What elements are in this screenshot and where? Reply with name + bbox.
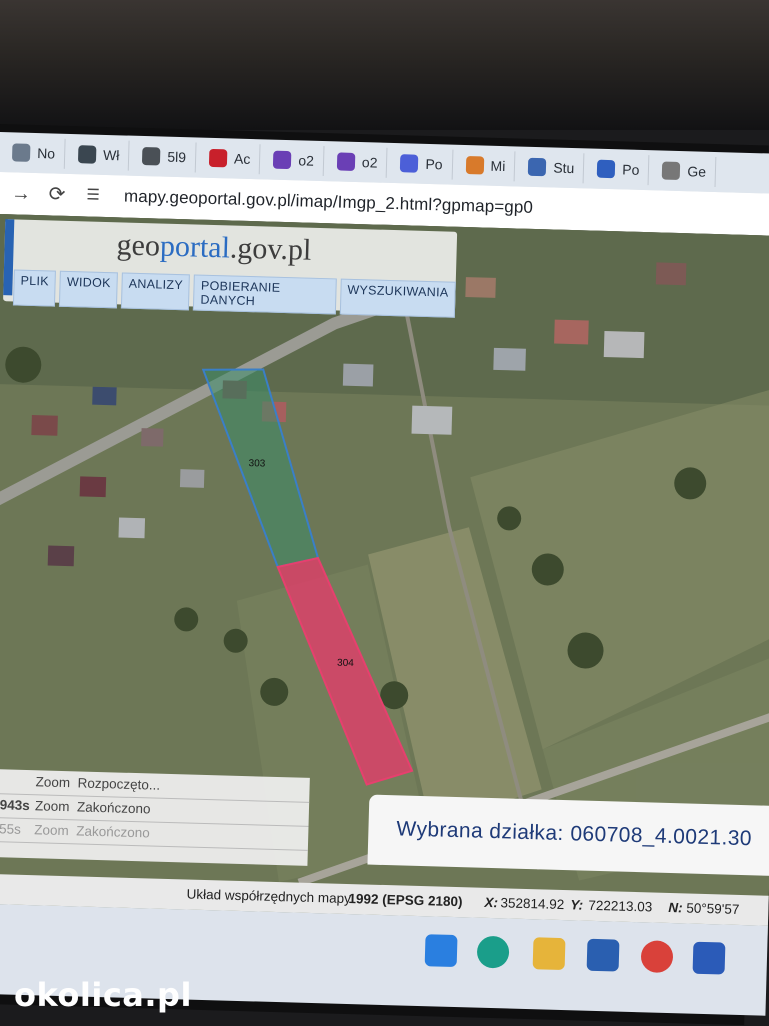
browser-tab-label: Ac <box>233 150 251 168</box>
browser-tab-label: Wł <box>102 146 120 164</box>
selected-parcel-panel: Wybrana działka: 060708_4.0021.30 <box>367 794 769 877</box>
menu-plik[interactable]: PLIK <box>12 269 57 307</box>
zoom-action: Zoom <box>34 798 70 815</box>
browser-tab-label: 5l9 <box>167 148 187 166</box>
po-icon <box>597 159 616 179</box>
browser-tab-label: Ge <box>687 163 707 180</box>
o2-icon <box>336 152 356 171</box>
reload-icon[interactable]: ⟳ <box>44 181 71 208</box>
browser-tab[interactable]: No <box>2 137 66 169</box>
logo-suffix: .gov.pl <box>229 231 312 267</box>
menu-widok[interactable]: WIDOK <box>59 270 119 309</box>
zoom-time: 9.655s <box>0 820 22 837</box>
browser-tab-label: Po <box>622 161 640 178</box>
coord-system-value: 1992 (EPSG 2180) <box>348 891 463 910</box>
browser-tab[interactable]: Po <box>391 147 454 180</box>
mail-icon <box>400 154 419 173</box>
browser-tab[interactable]: Wł <box>68 138 130 171</box>
x-label: X: <box>484 894 499 911</box>
zoom-status: Zakończono <box>76 823 151 841</box>
parcel-303-label: 303 <box>248 458 265 469</box>
n-value: 50°59'57 <box>686 900 740 917</box>
room-background <box>0 0 769 130</box>
browser-tab[interactable]: Ge <box>653 155 717 188</box>
browser-tab-label: Po <box>425 155 443 173</box>
google-icon <box>662 161 681 181</box>
map-view[interactable]: 303 304 geoportal.gov.pl PLIK WIDOK ANAL… <box>0 213 769 936</box>
browser-tab[interactable]: o2 <box>327 146 388 178</box>
edge-icon[interactable] <box>476 935 510 969</box>
chrome-icon <box>142 146 161 166</box>
zoom-status: Rozpoczęto... <box>77 775 161 793</box>
folder-icon[interactable] <box>532 937 566 971</box>
coord-system-label: Układ współrzędnych mapy <box>186 886 352 907</box>
browser-tab[interactable]: Stu <box>518 151 585 184</box>
y-value: 722213.03 <box>588 897 653 915</box>
stu-icon <box>528 157 547 177</box>
browser-tab-label: No <box>36 145 56 162</box>
laptop-screen: No Wł 5l9 Ac o2 o2 Po Mi Stu Po Ge → ⟳ ☰ mapy.geop… <box>0 124 769 1026</box>
zoom-action: Zoom <box>34 822 70 839</box>
parcel-304-label: 304 <box>337 658 354 669</box>
menu-wyszukiwania[interactable]: WYSZUKIWANIA <box>339 278 456 318</box>
selected-parcel-label: Wybrana działka: <box>396 817 565 846</box>
browser-tab[interactable]: Po <box>587 153 650 186</box>
acrobat-icon <box>208 148 228 168</box>
logo-accent: portal <box>159 229 231 265</box>
whatsapp-icon <box>77 145 97 164</box>
selected-parcel-value: 060708_4.0021.30 <box>570 822 753 851</box>
zoom-status: Zakończono <box>76 799 151 817</box>
menu-analizy[interactable]: ANALIZY <box>121 272 191 311</box>
browser-tab-label: Mi <box>490 157 506 175</box>
back-icon[interactable]: → <box>8 180 35 207</box>
mail-icon[interactable] <box>586 938 620 972</box>
menu-pobieranie-danych[interactable]: POBIERANIE DANYCH <box>193 274 337 315</box>
geoportal-logo: geoportal.gov.pl <box>116 228 312 267</box>
browser-tab-label: Stu <box>553 159 575 177</box>
x-value: 352814.92 <box>500 895 565 913</box>
geoportal-header: geoportal.gov.pl PLIK WIDOK ANALIZY POBI… <box>3 219 458 318</box>
zoom-action: Zoom <box>35 774 71 791</box>
browser-tab-label: o2 <box>298 152 315 169</box>
page-icon <box>11 143 31 162</box>
mi-icon <box>465 156 484 175</box>
zoom-time: 00.943s <box>0 796 31 814</box>
watermark: okolica.pl <box>14 976 192 1014</box>
site-settings-icon[interactable]: ☰ <box>80 182 107 209</box>
windows-start-icon[interactable] <box>424 934 458 968</box>
n-label: N: <box>668 899 683 916</box>
browser-tab[interactable]: Ac <box>199 142 261 175</box>
zoom-log-panel: Zoom Rozpoczęto... 00.943s Zoom Zakończo… <box>0 768 310 866</box>
browser-tab[interactable]: Mi <box>456 149 516 182</box>
logo-prefix: geo <box>116 228 161 263</box>
chrome-icon[interactable] <box>640 940 674 974</box>
browser-tab[interactable]: o2 <box>263 144 325 177</box>
browser-tab[interactable]: 5l9 <box>132 140 197 173</box>
word-icon[interactable] <box>692 941 726 975</box>
url-field[interactable]: mapy.geoportal.gov.pl/imap/Imgp_2.html?g… <box>124 186 533 217</box>
browser-tab-label: o2 <box>361 154 378 171</box>
y-label: Y: <box>570 897 584 913</box>
o2-icon <box>273 150 292 170</box>
